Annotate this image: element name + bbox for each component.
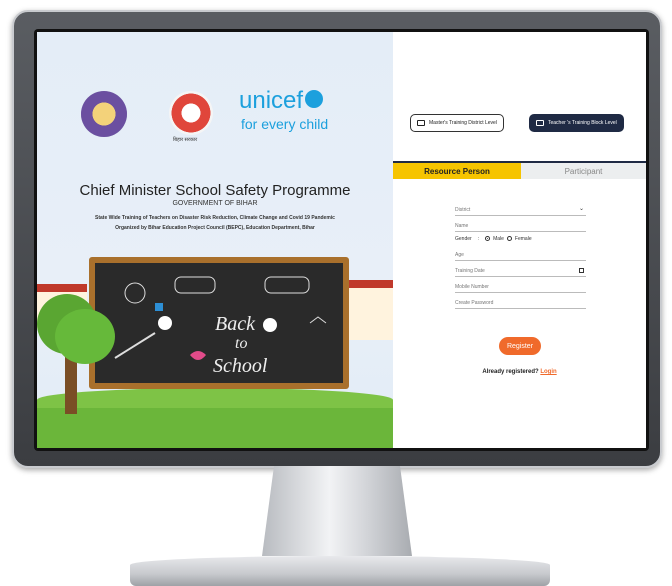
login-link[interactable]: Login (540, 369, 556, 375)
master-training-label: Master's Training District Level (429, 120, 497, 126)
government-label: GOVERNMENT OF BIHAR (172, 200, 258, 207)
gender-row: Gender : Male Female (455, 232, 586, 245)
chevron-down-icon: ⌄ (578, 206, 584, 212)
registration-panel: Master's Training District Level Teacher… (393, 32, 646, 448)
male-radio[interactable] (485, 236, 491, 241)
name-input[interactable] (455, 223, 586, 229)
role-tabs: Resource Person Participant (393, 161, 646, 179)
login-prompt: Already registered? Login (393, 369, 646, 375)
page-title: Chief Minister School Safety Programme (79, 182, 351, 199)
tree-foliage-front (55, 309, 115, 364)
bihar-govt-emblem-logo (169, 91, 213, 135)
male-label: Male (493, 235, 504, 242)
create-password-input[interactable] (455, 300, 586, 306)
mobile-number-input[interactable] (455, 284, 586, 290)
monitor-stand-neck (262, 466, 412, 556)
gender-separator: : (477, 235, 480, 242)
unicef-globe-icon (305, 89, 324, 108)
calendar-icon[interactable] (579, 268, 584, 273)
board-text-school: School (213, 355, 268, 377)
organizer-subtitle: Organized by Bihar Education Project Cou… (115, 225, 315, 231)
name-field-wrap (455, 216, 586, 232)
unicef-wordmark: unicef (239, 87, 304, 114)
district-placeholder: District (455, 207, 471, 213)
already-registered-text: Already registered? (482, 369, 539, 375)
teacher-training-block-button[interactable]: Teacher 's Training Block Level (529, 114, 624, 132)
register-button[interactable]: Register (499, 337, 541, 355)
logo-row: बिहार सरकार unicef for every child (77, 87, 373, 147)
hero-panel: बिहार सरकार unicef for every child Chief… (37, 32, 393, 448)
monitor-stand-base (130, 556, 550, 586)
teacher-training-label: Teacher 's Training Block Level (548, 120, 617, 126)
gender-label: Gender (455, 235, 472, 242)
emblem-caption: बिहार सरकार (173, 137, 198, 143)
password-field-wrap (455, 293, 586, 309)
training-date-field-wrap (455, 261, 586, 277)
grass-ground (37, 408, 393, 448)
back-to-school-illustration: Back to School (37, 254, 393, 448)
district-select[interactable]: District ⌄ (455, 200, 586, 216)
age-input[interactable] (455, 252, 586, 258)
female-radio[interactable] (506, 236, 512, 241)
level-selector: Master's Training District Level Teacher… (393, 114, 646, 134)
training-subtitle: State Wide Training of Teachers on Disas… (95, 215, 335, 221)
screen: बिहार सरकार unicef for every child Chief… (37, 32, 646, 448)
bepc-seal-logo (81, 91, 127, 137)
board-text-to: to (235, 335, 248, 352)
registration-form: District ⌄ Gender : Male Female (455, 200, 586, 309)
age-field-wrap (455, 245, 586, 261)
master-training-district-button[interactable]: Master's Training District Level (410, 114, 504, 132)
tab-participant[interactable]: Participant (521, 163, 646, 179)
monitor-icon (417, 120, 425, 126)
female-label: Female (514, 235, 532, 242)
unicef-tagline: for every child (241, 116, 329, 132)
board-text-back: Back (215, 313, 255, 335)
training-date-input[interactable] (455, 268, 586, 274)
school-building-right (343, 280, 393, 340)
monitor-icon (536, 120, 544, 126)
chalkboard: Back to School (89, 257, 349, 389)
unicef-logo: unicef (239, 87, 324, 115)
monitor-frame: बिहार सरकार unicef for every child Chief… (12, 10, 662, 468)
mobile-field-wrap (455, 277, 586, 293)
tree-trunk (65, 354, 77, 414)
tab-resource-person[interactable]: Resource Person (393, 163, 521, 179)
